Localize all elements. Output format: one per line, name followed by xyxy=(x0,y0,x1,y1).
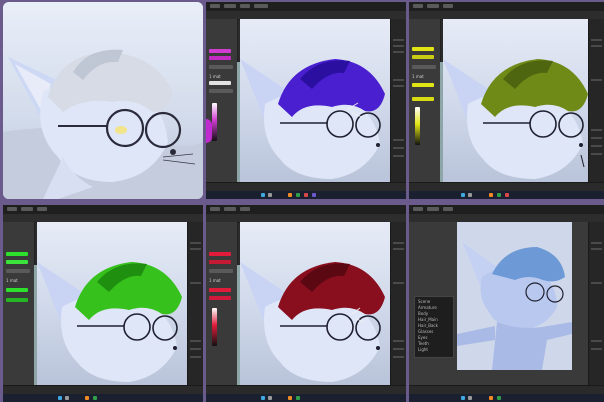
taskbar xyxy=(3,394,203,402)
windows-icon[interactable] xyxy=(58,396,62,400)
status-bar xyxy=(3,385,203,394)
outliner-panel[interactable] xyxy=(187,222,203,386)
3d-viewport[interactable] xyxy=(240,19,391,183)
outliner-item[interactable]: Hair_Back xyxy=(418,323,448,328)
fox-character-body xyxy=(457,222,572,370)
status-bar xyxy=(409,385,604,394)
color-swatch[interactable] xyxy=(209,56,231,60)
taskbar xyxy=(409,191,604,199)
3d-viewport[interactable] xyxy=(240,222,391,386)
browser-icon[interactable] xyxy=(93,396,97,400)
windows-icon[interactable] xyxy=(261,193,265,197)
render-preview xyxy=(457,222,572,370)
blender-icon[interactable] xyxy=(85,396,89,400)
color-swatch[interactable] xyxy=(412,97,434,101)
fox-character xyxy=(240,262,385,382)
mode-label: 1 mat xyxy=(209,74,221,79)
search-icon[interactable] xyxy=(268,396,272,400)
windows-icon[interactable] xyxy=(461,193,465,197)
property-button[interactable] xyxy=(209,65,233,69)
color-ramp[interactable] xyxy=(212,308,217,346)
3d-viewport[interactable] xyxy=(37,222,188,386)
outliner-item[interactable]: Armature xyxy=(418,305,448,310)
app-icon[interactable] xyxy=(304,193,308,197)
status-bar xyxy=(206,182,406,191)
outliner-item[interactable]: Scene xyxy=(418,299,448,304)
browser-icon[interactable] xyxy=(296,193,300,197)
3d-viewport[interactable]: Scene Armature Body Hair_Main Hair_Back … xyxy=(409,222,589,386)
color-swatch[interactable] xyxy=(412,47,434,51)
color-swatch[interactable] xyxy=(412,55,434,59)
blender-window-bodyview: Scene Armature Body Hair_Main Hair_Back … xyxy=(409,205,604,402)
properties-panel[interactable]: 1 mat xyxy=(3,222,35,386)
outliner-item[interactable]: Teeth xyxy=(418,341,448,346)
outliner-panel[interactable] xyxy=(588,222,604,386)
color-swatch[interactable] xyxy=(209,260,231,264)
property-button[interactable] xyxy=(412,65,436,69)
outliner-item[interactable]: Eyes xyxy=(418,335,448,340)
color-swatch[interactable] xyxy=(6,252,28,256)
3d-viewport[interactable] xyxy=(443,19,589,183)
blender-icon[interactable] xyxy=(489,396,493,400)
browser-icon[interactable] xyxy=(296,396,300,400)
blender-icon[interactable] xyxy=(288,396,292,400)
property-button[interactable] xyxy=(209,89,233,93)
color-swatch[interactable] xyxy=(209,296,231,300)
status-bar xyxy=(409,182,604,191)
windows-icon[interactable] xyxy=(261,396,265,400)
outliner-item[interactable]: Body xyxy=(418,311,448,316)
app-icon[interactable] xyxy=(312,193,316,197)
property-button[interactable] xyxy=(6,269,30,273)
outliner-item[interactable]: Glasses xyxy=(418,329,448,334)
color-swatch[interactable] xyxy=(209,288,231,292)
taskbar xyxy=(206,191,406,199)
color-swatch[interactable] xyxy=(6,298,28,302)
properties-panel[interactable]: 1 mat xyxy=(409,19,441,183)
search-icon[interactable] xyxy=(268,193,272,197)
blender-window-green: 1 mat xyxy=(3,205,203,402)
outliner-dropdown[interactable]: Scene Armature Body Hair_Main Hair_Back … xyxy=(414,296,454,358)
properties-panel[interactable]: 1 mat xyxy=(206,222,238,386)
status-bar xyxy=(206,385,406,394)
outliner-panel[interactable] xyxy=(588,19,604,183)
mode-label: 1 mat xyxy=(6,278,18,283)
fox-character xyxy=(443,59,588,179)
mode-label: 1 mat xyxy=(412,74,424,79)
properties-panel[interactable]: 1 mat xyxy=(206,19,238,183)
color-swatch[interactable] xyxy=(209,81,231,85)
outliner-item[interactable]: Light xyxy=(418,347,448,352)
outliner-panel[interactable] xyxy=(390,19,406,183)
taskbar xyxy=(206,394,406,402)
browser-icon[interactable] xyxy=(497,193,501,197)
outliner-item[interactable]: Hair_Main xyxy=(418,317,448,322)
fox-character xyxy=(240,59,385,179)
fox-character-render xyxy=(3,2,203,199)
outliner-panel[interactable] xyxy=(390,222,406,386)
color-swatch[interactable] xyxy=(209,49,231,53)
blender-window-crimson: 1 mat xyxy=(206,205,406,402)
color-ramp[interactable] xyxy=(212,103,217,141)
browser-icon[interactable] xyxy=(497,396,501,400)
app-icon[interactable] xyxy=(505,193,509,197)
color-swatch[interactable] xyxy=(209,252,231,256)
blender-icon[interactable] xyxy=(288,193,292,197)
search-icon[interactable] xyxy=(468,396,472,400)
property-button[interactable] xyxy=(209,269,233,273)
color-ramp[interactable] xyxy=(415,107,420,145)
blender-window-purple: 1 mat xyxy=(206,2,406,199)
magenta-accent xyxy=(206,119,212,143)
render-panel xyxy=(3,2,203,199)
fox-character xyxy=(37,262,182,382)
windows-icon[interactable] xyxy=(461,396,465,400)
color-swatch[interactable] xyxy=(6,288,28,292)
search-icon[interactable] xyxy=(468,193,472,197)
color-swatch[interactable] xyxy=(412,83,434,87)
mode-label: 1 mat xyxy=(209,278,221,283)
blender-window-olive: 1 mat xyxy=(409,2,604,199)
color-swatch[interactable] xyxy=(6,260,28,264)
search-icon[interactable] xyxy=(65,396,69,400)
blender-icon[interactable] xyxy=(489,193,493,197)
taskbar xyxy=(409,394,604,402)
